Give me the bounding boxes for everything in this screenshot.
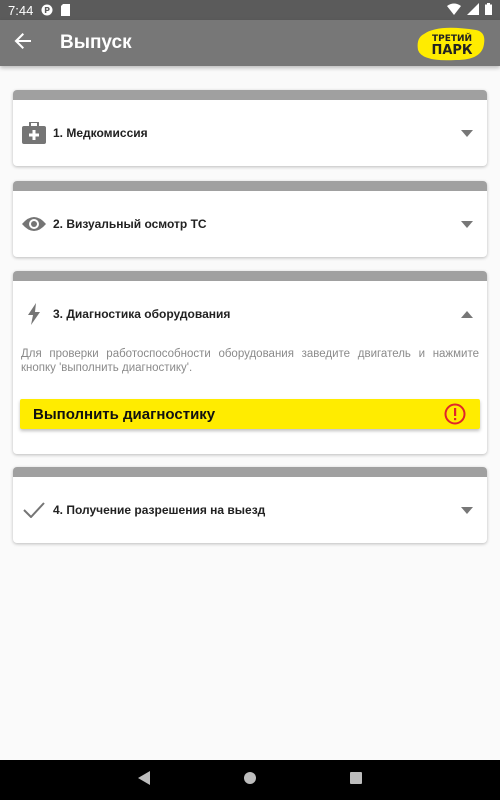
section-header-inspection[interactable]: 2. Визуальный осмотр ТС bbox=[13, 191, 487, 257]
card-header-stripe bbox=[13, 90, 487, 100]
medical-kit-icon bbox=[21, 120, 47, 146]
chevron-up-icon bbox=[459, 306, 475, 322]
section-label: 3. Диагностика оборудования bbox=[53, 307, 231, 321]
run-diagnostics-label: Выполнить диагностику bbox=[33, 405, 216, 423]
check-icon bbox=[21, 497, 47, 523]
section-card-medical: 1. Медкомиссия bbox=[13, 90, 487, 166]
chevron-down-icon bbox=[459, 216, 475, 232]
battery-icon bbox=[485, 2, 492, 18]
nav-home-button[interactable] bbox=[197, 760, 303, 800]
section-card-diagnostics: 3. Диагностика оборудования Для проверки… bbox=[13, 271, 487, 454]
section-card-permission: 4. Получение разрешения на выезд bbox=[13, 467, 487, 543]
section-header-diagnostics[interactable]: 3. Диагностика оборудования bbox=[13, 281, 487, 347]
svg-text:P: P bbox=[44, 6, 50, 15]
home-circle-icon bbox=[243, 771, 257, 790]
diagnostics-description: Для проверки работоспособности оборудова… bbox=[21, 348, 479, 374]
card-header-stripe bbox=[13, 271, 487, 281]
section-card-inspection: 2. Визуальный осмотр ТС bbox=[13, 181, 487, 257]
lightning-icon bbox=[21, 301, 47, 327]
warning-circle-icon bbox=[444, 403, 466, 425]
nav-back-button[interactable] bbox=[91, 760, 197, 800]
back-button[interactable] bbox=[0, 20, 46, 66]
status-bar: 7:44 P bbox=[0, 0, 500, 20]
app-bar: Выпуск ТРЕТИЙ ПАРК bbox=[0, 20, 500, 66]
section-header-permission[interactable]: 4. Получение разрешения на выезд bbox=[13, 477, 487, 543]
eye-icon bbox=[21, 211, 47, 237]
card-header-stripe bbox=[13, 467, 487, 477]
recents-square-icon bbox=[350, 771, 362, 789]
app-notification-icon: P bbox=[41, 4, 53, 16]
chevron-down-icon bbox=[459, 125, 475, 141]
company-logo: ТРЕТИЙ ПАРК bbox=[416, 26, 486, 62]
card-header-stripe bbox=[13, 181, 487, 191]
back-triangle-icon bbox=[138, 770, 150, 790]
wifi-icon bbox=[447, 3, 461, 18]
section-label: 2. Визуальный осмотр ТС bbox=[53, 217, 207, 231]
chevron-down-icon bbox=[459, 502, 475, 518]
logo-line2: ПАРК bbox=[431, 43, 472, 58]
system-nav-bar bbox=[0, 760, 500, 800]
page-title: Выпуск bbox=[60, 32, 132, 53]
nav-recents-button[interactable] bbox=[303, 760, 409, 800]
sd-card-icon bbox=[61, 4, 71, 16]
signal-icon bbox=[467, 2, 479, 18]
status-time: 7:44 bbox=[8, 2, 34, 18]
section-header-medical[interactable]: 1. Медкомиссия bbox=[13, 100, 487, 166]
run-diagnostics-button[interactable]: Выполнить диагностику bbox=[20, 399, 480, 429]
section-label: 1. Медкомиссия bbox=[53, 126, 148, 140]
section-label: 4. Получение разрешения на выезд bbox=[53, 503, 266, 517]
arrow-left-icon bbox=[13, 31, 33, 56]
